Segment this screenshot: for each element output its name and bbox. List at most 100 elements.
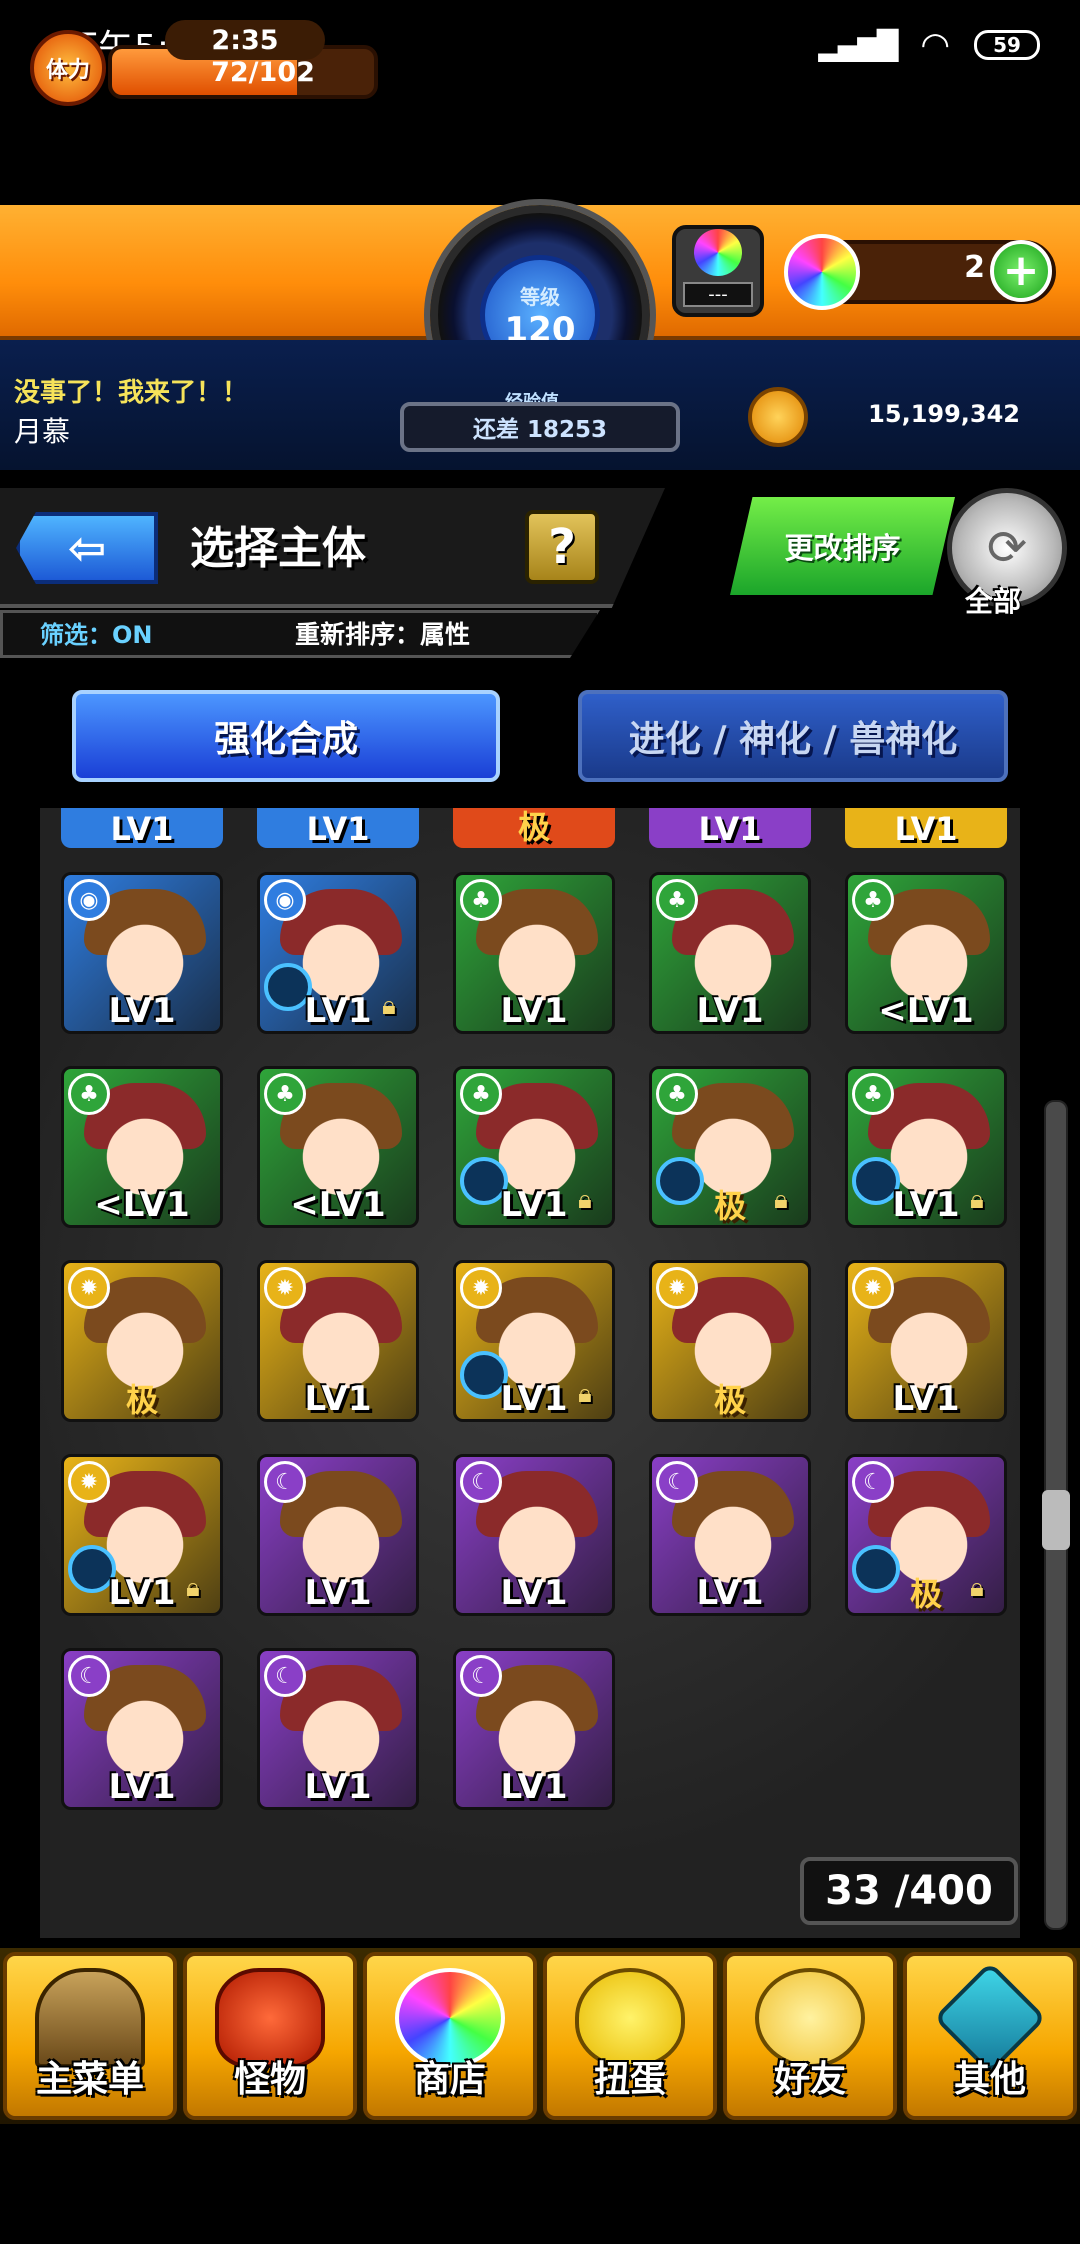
monster-card-partial[interactable]: LV1 <box>649 808 811 848</box>
attribute-icon: ✹ <box>68 1267 110 1309</box>
sort-label[interactable]: 重新排序：属性 <box>295 615 470 651</box>
monster-card[interactable]: ✹ 极 <box>649 1260 811 1422</box>
monster-card[interactable]: ◉ LV1 🔒︎ <box>257 872 419 1034</box>
help-button[interactable]: ? <box>525 510 599 584</box>
monster-level: LV1 <box>500 991 568 1031</box>
tab-power-up[interactable]: 强化合成 <box>72 690 500 782</box>
monster-card-partial[interactable]: LV1 <box>845 808 1007 848</box>
monster-card-partial[interactable]: 极 <box>453 808 615 848</box>
monster-card[interactable]: ♣ <LV1 <box>845 872 1007 1034</box>
lock-icon: 🔒︎ <box>970 1573 984 1603</box>
monster-card[interactable]: ☾ LV1 <box>257 1648 419 1810</box>
gem-icon <box>694 229 742 276</box>
stamina-label: 体力 <box>45 58 90 83</box>
monster-card[interactable]: ☾ LV1 <box>453 1648 615 1810</box>
monster-card[interactable]: ☾ 极 🔒︎ <box>845 1454 1007 1616</box>
attribute-icon: ✹ <box>656 1267 698 1309</box>
monster-card-partial[interactable]: LV1 <box>257 808 419 848</box>
monster-card[interactable]: ☾ LV1 <box>453 1454 615 1616</box>
monster-level: LV1 <box>696 1573 764 1613</box>
monster-card[interactable]: ✹ LV1 🔒︎ <box>453 1260 615 1422</box>
bottom-strip <box>0 2124 1080 2244</box>
box-count: 33 /400 <box>800 1857 1018 1925</box>
monster-card[interactable]: ✹ LV1 <box>257 1260 419 1422</box>
max-badge: 极 <box>125 1381 159 1419</box>
page-title: 选择主体 <box>190 523 366 574</box>
monster-level: LV1 <box>500 1573 568 1613</box>
attribute-icon: ♣ <box>852 879 894 921</box>
partial-row: LV1 LV1 极 LV1 LV1 <box>40 808 1020 848</box>
attribute-icon: ♣ <box>264 1073 306 1115</box>
lock-icon: 🔒︎ <box>774 1185 788 1215</box>
attribute-icon: ♣ <box>656 879 698 921</box>
wifi-icon: ◠ <box>920 25 950 65</box>
monster-card[interactable]: ♣ LV1 <box>453 872 615 1034</box>
monster-card[interactable]: ☾ LV1 <box>61 1648 223 1810</box>
monster-level: LV1 <box>894 810 958 848</box>
back-button[interactable]: ⇦ <box>16 512 158 584</box>
filter-toggle[interactable]: 筛选：ON <box>40 615 153 650</box>
attribute-icon: ♣ <box>852 1073 894 1115</box>
stone-icon[interactable]: --- <box>672 225 764 317</box>
lock-icon: 🔒︎ <box>970 1185 984 1215</box>
scroll-handle[interactable] <box>1042 1490 1070 1550</box>
nav-button[interactable]: 扭蛋 <box>543 1952 717 2120</box>
monster-card[interactable]: ☾ LV1 <box>649 1454 811 1616</box>
monster-level: LV1 <box>110 810 174 848</box>
monster-card-partial[interactable]: LV1 <box>61 808 223 848</box>
player-name: 月慕 <box>14 415 71 448</box>
monster-level: LV1 <box>698 810 762 848</box>
attribute-icon: ♣ <box>68 1073 110 1115</box>
orb-slot-icon <box>852 1545 900 1593</box>
monster-card[interactable]: ♣ <LV1 <box>257 1066 419 1228</box>
nav-button[interactable]: 其他 <box>903 1952 1077 2120</box>
attribute-icon: ☾ <box>264 1655 306 1697</box>
monster-level: LV1 <box>304 1379 372 1419</box>
attribute-icon: ♣ <box>460 879 502 921</box>
monster-card[interactable]: ♣ LV1 🔒︎ <box>845 1066 1007 1228</box>
monster-card[interactable]: ♣ <LV1 <box>61 1066 223 1228</box>
monster-card[interactable]: ✹ LV1 <box>845 1260 1007 1422</box>
attribute-icon: ◉ <box>68 879 110 921</box>
nav-button[interactable]: 怪物 <box>183 1952 357 2120</box>
player-message: 没事了！我来了！！ <box>14 378 249 408</box>
monster-card[interactable]: ♣ 极 🔒︎ <box>649 1066 811 1228</box>
monster-card[interactable]: ✹ LV1 🔒︎ <box>61 1454 223 1616</box>
monster-card[interactable]: ✹ 极 <box>61 1260 223 1422</box>
nav-button[interactable]: 好友 <box>723 1952 897 2120</box>
battery-level: 59 <box>993 33 1021 57</box>
signal-icon: ▂▄▆█ <box>818 28 898 62</box>
monster-level: LV1 <box>696 991 764 1031</box>
orb-count: 2 <box>964 250 985 285</box>
monster-level: <LV1 <box>94 1185 190 1225</box>
attribute-icon: ✹ <box>68 1461 110 1503</box>
attribute-icon: ♣ <box>460 1073 502 1115</box>
orb-slot-icon <box>656 1157 704 1205</box>
attribute-icon: ☾ <box>656 1461 698 1503</box>
attribute-icon: ☾ <box>68 1655 110 1697</box>
monster-card[interactable]: ♣ LV1 <box>649 872 811 1034</box>
monster-card[interactable]: ♣ LV1 🔒︎ <box>453 1066 615 1228</box>
lock-icon: 🔒︎ <box>382 991 396 1021</box>
monster-card[interactable]: ☾ LV1 <box>257 1454 419 1616</box>
tab-evolve[interactable]: 进化 / 神化 / 兽神化 <box>578 690 1008 782</box>
attribute-icon: ◉ <box>264 879 306 921</box>
nav-button[interactable]: 主菜单 <box>3 1952 177 2120</box>
add-orb-button[interactable]: + <box>990 240 1052 302</box>
sort-change-button[interactable]: 更改排序 <box>730 497 955 595</box>
monster-level: LV1 <box>500 1767 568 1807</box>
monster-card[interactable]: ◉ LV1 <box>61 872 223 1034</box>
nav-label: 扭蛋 <box>593 2059 666 2100</box>
max-badge: 极 <box>909 1575 943 1613</box>
game-screen: 下午5:20 ▂▄▆█ ◠ 59 72/102 体力 2:35 等级 120 -… <box>0 0 1080 2244</box>
attribute-icon: ☾ <box>460 1655 502 1697</box>
attribute-icon: ☾ <box>460 1461 502 1503</box>
nav-label: 好友 <box>773 2059 846 2100</box>
attribute-icon: ☾ <box>852 1461 894 1503</box>
monster-grid: ◉ LV1 ◉ LV1 🔒︎ ♣ LV1 ♣ LV1 ♣ <LV1 ♣ <LV1 ♣ <LV1 ♣ LV1 🔒︎ ♣… <box>40 808 1020 1938</box>
bottom-nav: 主菜单 怪物 商店 扭蛋 好友 其他 <box>0 1948 1080 2124</box>
monster-level: LV1 <box>108 991 176 1031</box>
nav-button[interactable]: 商店 <box>363 1952 537 2120</box>
monster-level: LV1 <box>304 1573 372 1613</box>
monster-level: LV1 <box>304 1767 372 1807</box>
